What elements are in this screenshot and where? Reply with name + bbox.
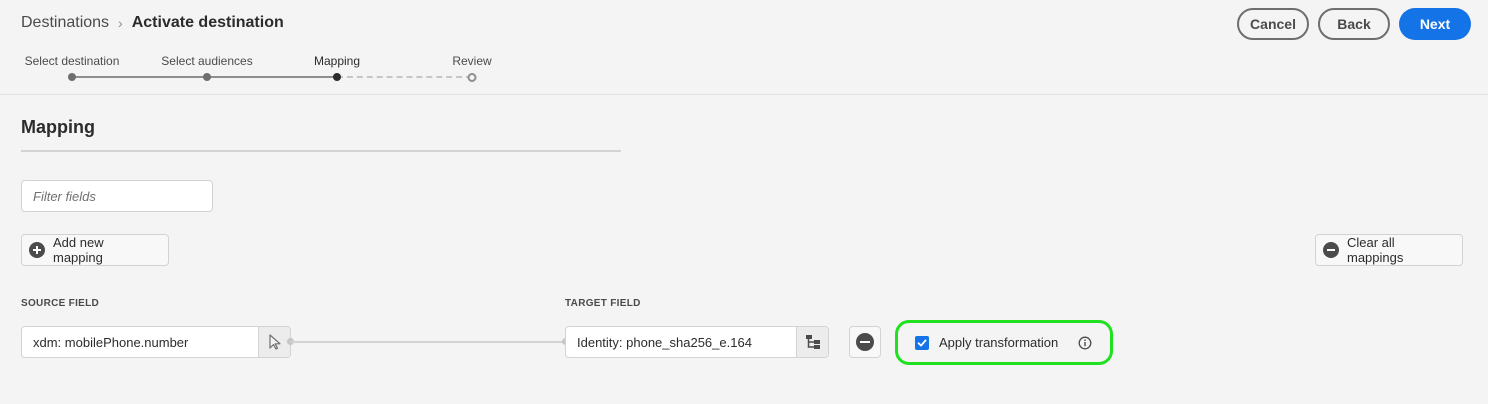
step-review-label: Review <box>452 54 492 68</box>
clear-all-mappings-button[interactable]: Clear all mappings <box>1315 234 1463 266</box>
checkmark-icon <box>917 339 927 346</box>
step-select-destination-label: Select destination <box>24 54 120 68</box>
step-mapping-label: Mapping <box>313 54 361 68</box>
apply-transformation-label: Apply transformation <box>939 335 1059 350</box>
apply-transformation-checkbox[interactable] <box>915 335 929 350</box>
step-select-audiences-label: Select audiences <box>161 54 253 68</box>
step-dot-upcoming <box>467 73 477 82</box>
source-field-input[interactable]: xdm: mobilePhone.number <box>21 326 291 358</box>
mapping-connector-line <box>291 341 566 343</box>
step-dot-done <box>68 73 76 81</box>
step-dot-current <box>333 73 341 81</box>
schema-tree-icon <box>805 335 820 349</box>
select-target-button[interactable] <box>796 327 828 357</box>
target-field-header: TARGET FIELD <box>565 298 641 309</box>
step-dot-done <box>203 73 211 81</box>
clear-all-mappings-label: Clear all mappings <box>1347 235 1404 265</box>
section-title: Mapping <box>21 117 95 137</box>
next-button[interactable]: Next <box>1399 8 1471 40</box>
chevron-right-icon: › <box>118 15 123 31</box>
source-field-header: SOURCE FIELD <box>21 298 100 309</box>
step-connector-done <box>207 76 337 78</box>
header-actions: Cancel Back Next <box>1237 8 1471 40</box>
breadcrumb: Destinations › Activate destination <box>21 14 284 32</box>
add-new-mapping-label: Add new mapping <box>53 235 104 265</box>
step-connector-upcoming <box>337 76 472 78</box>
target-field-input[interactable]: Identity: phone_sha256_e.164 <box>565 326 829 358</box>
step-connector-done <box>72 76 207 78</box>
remove-mapping-button[interactable] <box>849 326 881 358</box>
back-button[interactable]: Back <box>1318 8 1390 40</box>
target-field-value: Identity: phone_sha256_e.164 <box>577 334 752 350</box>
breadcrumb-destinations-link[interactable]: Destinations <box>21 14 109 32</box>
plus-circle-icon <box>29 242 45 258</box>
progress-stepper: Select destination Select audiences Mapp… <box>0 50 520 90</box>
select-source-button[interactable] <box>258 327 290 357</box>
header-divider <box>0 94 1488 95</box>
page-title: Activate destination <box>131 14 284 31</box>
section-divider <box>21 150 621 152</box>
minus-circle-icon <box>856 333 874 351</box>
add-new-mapping-button[interactable]: Add new mapping <box>21 234 169 266</box>
cursor-select-icon <box>268 334 281 350</box>
cancel-button[interactable]: Cancel <box>1237 8 1309 40</box>
minus-circle-icon <box>1323 242 1339 258</box>
source-field-value: xdm: mobilePhone.number <box>33 334 189 350</box>
info-icon[interactable] <box>1078 336 1092 350</box>
filter-fields-input[interactable] <box>21 180 213 212</box>
apply-transformation-highlight: Apply transformation <box>895 320 1113 365</box>
